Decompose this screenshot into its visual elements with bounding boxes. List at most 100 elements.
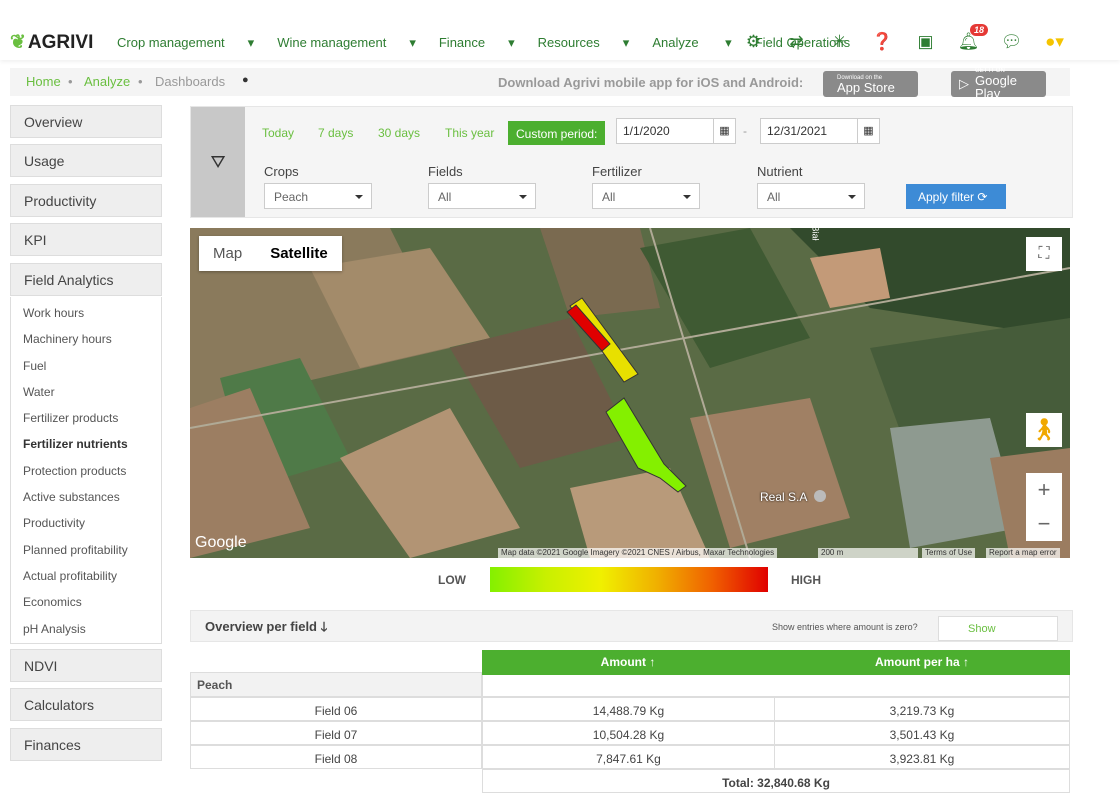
table-row-field: Field 08: [190, 745, 482, 769]
menu-analyze[interactable]: Analyze ▾: [652, 35, 731, 51]
sidebar-calculators[interactable]: Calculators: [10, 688, 162, 721]
table-row-amount: 10,504.28 Kg: [482, 721, 775, 745]
crops-label: Crops: [264, 164, 299, 179]
fields-label: Fields: [428, 164, 463, 179]
help-icon[interactable]: ❓: [861, 32, 904, 52]
sub-water[interactable]: Water: [11, 376, 161, 402]
network-icon[interactable]: ✳: [818, 32, 861, 52]
agrivi-logo[interactable]: ❦ AGRIVI: [10, 31, 93, 54]
sub-protection-products[interactable]: Protection products: [11, 455, 161, 481]
nav-icons: ⚙ ⇄ ✳ ❓ ▣ 🔔︎ 18 💬︎ ●▾: [732, 24, 1076, 52]
sub-actual-profitability[interactable]: Actual profitability: [11, 560, 161, 586]
legend-low: LOW: [438, 573, 466, 587]
sidebar-finances[interactable]: Finances: [10, 728, 162, 761]
chat-icon[interactable]: 💬︎: [990, 32, 1033, 52]
calendar-icon[interactable]: ▦: [857, 119, 879, 143]
sub-planned-profitability[interactable]: Planned profitability: [11, 534, 161, 560]
report-map-error-link[interactable]: Report a map error: [986, 548, 1060, 558]
map-scale: 200 m: [818, 548, 918, 558]
sidebar-kpi[interactable]: KPI: [10, 223, 162, 256]
sub-economics[interactable]: Economics: [11, 586, 161, 612]
app-store-button[interactable]: Download on the App Store: [823, 71, 918, 97]
tab-satellite[interactable]: Satellite: [256, 236, 342, 271]
period-today[interactable]: Today: [262, 126, 294, 140]
table-row-amount: 7,847.61 Kg: [482, 745, 775, 769]
table-row-field: Field 06: [190, 697, 482, 721]
sub-fertilizer-nutrients[interactable]: Fertilizer nutrients: [11, 428, 161, 454]
table-row-field: Field 07: [190, 721, 482, 745]
road-label: Biał: [810, 228, 821, 241]
period-this-year[interactable]: This year: [445, 126, 494, 140]
sidebar-overview[interactable]: Overview: [10, 105, 162, 138]
satellite-imagery: [190, 228, 1070, 558]
crops-select[interactable]: Peach: [264, 183, 372, 209]
fullscreen-icon[interactable]: ⛶: [1026, 237, 1062, 271]
user-logo-icon[interactable]: ●▾: [1033, 32, 1076, 52]
fertilizer-select[interactable]: All: [592, 183, 700, 209]
fertilizer-label: Fertilizer: [592, 164, 642, 179]
menu-wine-management[interactable]: Wine management ▾: [277, 35, 416, 51]
show-zero-toggle[interactable]: Show: [938, 616, 1058, 641]
custom-period-button[interactable]: Custom period:: [508, 121, 606, 145]
google-play-button[interactable]: ▷ GET IT ON Google Play: [951, 68, 1046, 100]
calendar-icon[interactable]: ▦: [713, 119, 735, 143]
header-amount-per-ha[interactable]: Amount per ha ↑: [774, 650, 1070, 675]
calendar-icon[interactable]: ▣: [904, 32, 947, 52]
zoom-in-button[interactable]: +: [1026, 473, 1062, 507]
help-icon[interactable]: ●: [242, 74, 249, 86]
apply-filter-button[interactable]: Apply filter ⟳: [906, 184, 1006, 209]
sub-fertilizer-products[interactable]: Fertilizer products: [11, 402, 161, 428]
table-row-per-ha: 3,501.43 Kg: [774, 721, 1070, 745]
menu-resources[interactable]: Resources ▾: [538, 35, 630, 51]
place-label: Real S.A: [760, 490, 808, 504]
table-row-amount: 14,488.79 Kg: [482, 697, 775, 721]
sidebar-productivity[interactable]: Productivity: [10, 184, 162, 217]
zero-entries-label: Show entries where amount is zero?: [772, 622, 918, 632]
play-icon: ▷: [959, 76, 969, 91]
sub-work-hours[interactable]: Work hours: [11, 297, 161, 323]
menu-finance[interactable]: Finance ▾: [439, 35, 515, 51]
top-navbar: ❦ AGRIVI Crop management ▾ Wine management…: [0, 0, 1120, 60]
tab-map[interactable]: Map: [199, 236, 257, 271]
gear-icon[interactable]: ⚙: [732, 32, 775, 52]
bell-icon[interactable]: 🔔︎ 18: [947, 24, 990, 52]
sub-active-substances[interactable]: Active substances: [11, 481, 161, 507]
nutrient-label: Nutrient: [757, 164, 803, 179]
terms-link[interactable]: Terms of Use: [922, 548, 976, 558]
transfer-icon[interactable]: ⇄: [775, 32, 818, 52]
legend-high: HIGH: [791, 573, 821, 587]
menu-crop-management[interactable]: Crop management ▾: [117, 35, 254, 51]
group-row-peach: Peach: [190, 672, 482, 697]
leaf-icon: ❦: [10, 32, 26, 53]
sub-machinery-hours[interactable]: Machinery hours: [11, 323, 161, 349]
date-to-input[interactable]: 12/31/2021 ▦: [760, 118, 880, 144]
overview-header: Overview per field 🡓 Show entries where …: [190, 610, 1073, 642]
header-amount[interactable]: Amount ↑: [482, 650, 774, 675]
satellite-map[interactable]: Real S.A Biał Map Satellite ⛶ 🚶︎ + − Goo…: [190, 228, 1070, 558]
period-7-days[interactable]: 7 days: [318, 126, 353, 140]
google-logo: Google: [195, 534, 247, 551]
sub-fuel[interactable]: Fuel: [11, 350, 161, 376]
overview-title[interactable]: Overview per field 🡓: [205, 618, 327, 640]
clear-filter-icon[interactable]: ⛛: [191, 107, 245, 217]
breadcrumb-home[interactable]: Home: [26, 74, 61, 89]
breadcrumb-dashboards: Dashboards: [155, 74, 226, 89]
breadcrumb-analyze[interactable]: Analyze: [84, 74, 130, 89]
table-row-per-ha: 3,923.81 Kg: [774, 745, 1070, 769]
sidebar-usage[interactable]: Usage: [10, 144, 162, 177]
sidebar-field-analytics[interactable]: Field Analytics: [10, 263, 162, 296]
map-attribution: Map data ©2021 Google Imagery ©2021 CNES…: [498, 548, 778, 558]
sub-ph-analysis[interactable]: pH Analysis: [11, 613, 161, 639]
table-row-per-ha: 3,219.73 Kg: [774, 697, 1070, 721]
field-analytics-submenu: Work hours Machinery hours Fuel Water Fe…: [10, 297, 162, 644]
map-type-tabs: Map Satellite: [199, 236, 342, 271]
fields-select[interactable]: All: [428, 183, 536, 209]
sub-productivity[interactable]: Productivity: [11, 507, 161, 533]
sidebar-ndvi[interactable]: NDVI: [10, 649, 162, 682]
zoom-out-button[interactable]: −: [1026, 507, 1062, 541]
nutrient-select[interactable]: All: [757, 183, 865, 209]
date-from-input[interactable]: 1/1/2020 ▦: [616, 118, 736, 144]
period-30-days[interactable]: 30 days: [378, 126, 420, 140]
street-view-pegman-icon[interactable]: 🚶︎: [1026, 413, 1062, 447]
table-total: Total: 32,840.68 Kg: [482, 769, 1070, 793]
